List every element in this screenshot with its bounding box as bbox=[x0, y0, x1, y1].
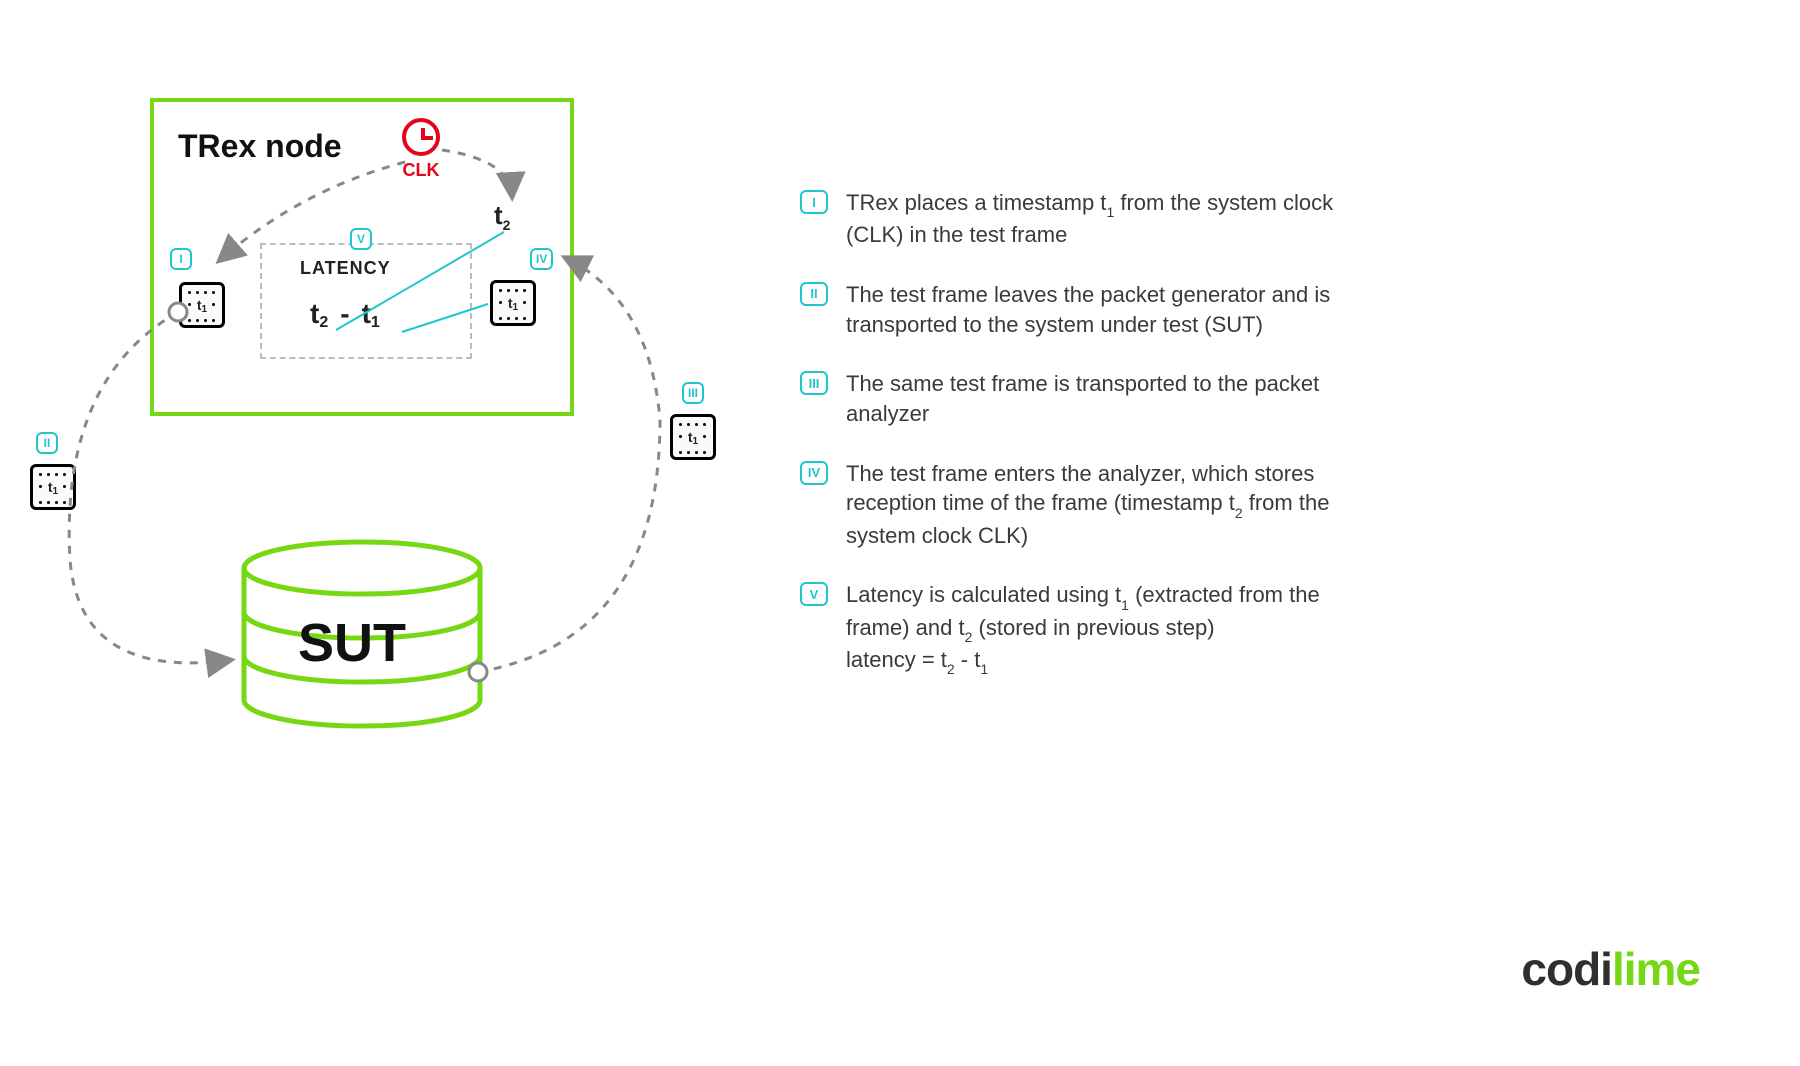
latency-title: LATENCY bbox=[300, 258, 391, 279]
step-badge: IV bbox=[800, 461, 828, 485]
frame-chip-inbound: t1 bbox=[670, 414, 716, 460]
step-badge: V bbox=[800, 582, 828, 606]
badge-IV-diagram: IV bbox=[530, 248, 553, 270]
step-text: TRex places a timestamp t1 from the syst… bbox=[846, 188, 1380, 250]
badge-V-diagram: V bbox=[350, 228, 372, 250]
step-row: II The test frame leaves the packet gene… bbox=[800, 280, 1380, 339]
clock-block: CLK bbox=[402, 118, 440, 181]
latency-formula: t2 - t1 bbox=[310, 298, 380, 330]
frame-chip-outbound: t1 bbox=[30, 464, 76, 510]
step-row: I TRex places a timestamp t1 from the sy… bbox=[800, 188, 1380, 250]
badge-II-diagram: II bbox=[36, 432, 58, 454]
clock-label: CLK bbox=[402, 160, 440, 181]
badge-III-diagram: III bbox=[682, 382, 704, 404]
step-row: III The same test frame is transported t… bbox=[800, 369, 1380, 428]
t2-label: t2 bbox=[494, 200, 510, 231]
badge-I-diagram: I bbox=[170, 248, 192, 270]
step-row: V Latency is calculated using t1 (extrac… bbox=[800, 580, 1380, 677]
step-badge: II bbox=[800, 282, 828, 306]
step-text: The test frame leaves the packet generat… bbox=[846, 280, 1380, 339]
sut-label: SUT bbox=[298, 612, 406, 674]
trex-title: TRex node bbox=[178, 128, 342, 165]
steps-list: I TRex places a timestamp t1 from the sy… bbox=[800, 188, 1380, 707]
codilime-logo: codilime bbox=[1521, 942, 1700, 996]
step-text: The test frame enters the analyzer, whic… bbox=[846, 459, 1380, 551]
frame-chip-analyzer: t1 bbox=[490, 280, 536, 326]
frame-chip-generator: t1 bbox=[179, 282, 225, 328]
step-text: Latency is calculated using t1 (extracte… bbox=[846, 580, 1380, 677]
step-badge: I bbox=[800, 190, 828, 214]
step-badge: III bbox=[800, 371, 828, 395]
step-text: The same test frame is transported to th… bbox=[846, 369, 1380, 428]
step-row: IV The test frame enters the analyzer, w… bbox=[800, 459, 1380, 551]
clock-icon bbox=[402, 118, 440, 156]
